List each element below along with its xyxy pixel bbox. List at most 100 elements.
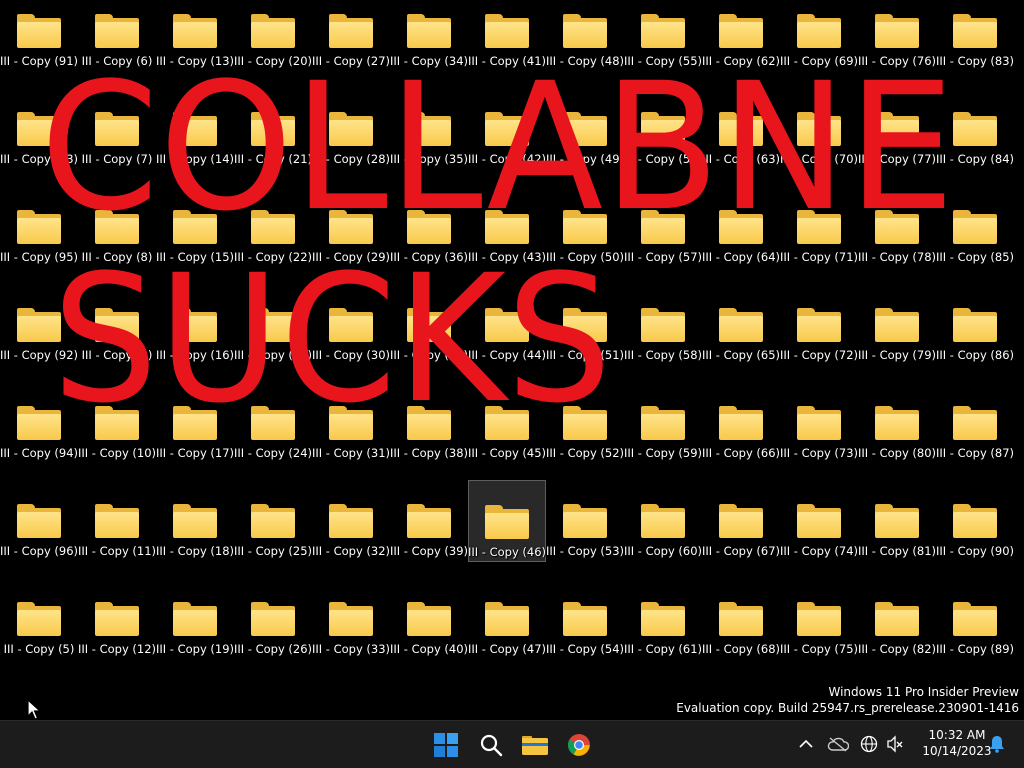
- search-button[interactable]: [473, 727, 509, 763]
- desktop-folder-item[interactable]: III - Copy (34): [390, 4, 468, 76]
- desktop-folder-item[interactable]: III - Copy (64): [702, 200, 780, 272]
- desktop-folder-item[interactable]: III - Copy (29): [312, 200, 390, 272]
- desktop-folder-item[interactable]: III - Copy (77): [858, 102, 936, 174]
- desktop-folder-item[interactable]: III - Copy (86): [936, 298, 1014, 370]
- desktop-folder-item[interactable]: III - Copy (71): [780, 200, 858, 272]
- desktop-folder-item[interactable]: III - Copy (14): [156, 102, 234, 174]
- onedrive-tray-button[interactable]: [827, 733, 849, 755]
- desktop-folder-item[interactable]: III - Copy (66): [702, 396, 780, 468]
- desktop-folder-item[interactable]: III - Copy (24): [234, 396, 312, 468]
- desktop-folder-item[interactable]: III - Copy (38): [390, 396, 468, 468]
- desktop-folder-item[interactable]: III - Copy (32): [312, 494, 390, 566]
- desktop-folder-item[interactable]: III - Copy (21): [234, 102, 312, 174]
- desktop-folder-item[interactable]: III - Copy (79): [858, 298, 936, 370]
- desktop-folder-item[interactable]: III - Copy (74): [780, 494, 858, 566]
- show-hidden-icons-button[interactable]: [795, 733, 817, 755]
- desktop-folder-item[interactable]: III - Copy (50): [546, 200, 624, 272]
- desktop-folder-item[interactable]: III - Copy (46): [468, 480, 546, 562]
- desktop-folder-item[interactable]: III - Copy (12): [78, 592, 156, 664]
- desktop-folder-item[interactable]: III - Copy (90): [936, 494, 1014, 566]
- desktop-folder-item[interactable]: III - Copy (15): [156, 200, 234, 272]
- desktop-folder-item[interactable]: III - Copy (11): [78, 494, 156, 566]
- desktop-folder-item[interactable]: III - Copy (22): [234, 200, 312, 272]
- desktop-folder-item[interactable]: III - Copy (65): [702, 298, 780, 370]
- desktop-folder-item[interactable]: III - Copy (60): [624, 494, 702, 566]
- desktop-folder-item[interactable]: III - Copy (84): [936, 102, 1014, 174]
- desktop-folder-item[interactable]: III - Copy (76): [858, 4, 936, 76]
- notifications-button[interactable]: [986, 733, 1008, 755]
- desktop-folder-item[interactable]: III - Copy (70): [780, 102, 858, 174]
- desktop-folder-item[interactable]: III - Copy (13): [156, 4, 234, 76]
- desktop-folder-item[interactable]: III - Copy (87): [936, 396, 1014, 468]
- network-tray-button[interactable]: [858, 733, 880, 755]
- desktop-folder-item[interactable]: III - Copy (36): [390, 200, 468, 272]
- desktop-folder-item[interactable]: III - Copy (67): [702, 494, 780, 566]
- desktop-folder-item[interactable]: III - Copy (52): [546, 396, 624, 468]
- desktop-folder-item[interactable]: III - Copy (44): [468, 298, 546, 370]
- desktop-folder-item[interactable]: III - Copy (91): [0, 4, 78, 76]
- desktop-folder-item[interactable]: III - Copy (6): [78, 4, 156, 76]
- desktop-folder-item[interactable]: III - Copy (93): [0, 102, 78, 174]
- desktop-folder-item[interactable]: III - Copy (9): [78, 298, 156, 370]
- desktop-folder-item[interactable]: III - Copy (47): [468, 592, 546, 664]
- desktop-folder-item[interactable]: III - Copy (89): [936, 592, 1014, 664]
- desktop-folder-item[interactable]: III - Copy (16): [156, 298, 234, 370]
- desktop-folder-item[interactable]: III - Copy (8): [78, 200, 156, 272]
- desktop-folder-item[interactable]: III - Copy (30): [312, 298, 390, 370]
- desktop-folder-item[interactable]: III - Copy (96): [0, 494, 78, 566]
- desktop-folder-item[interactable]: III - Copy (35): [390, 102, 468, 174]
- desktop-folder-item[interactable]: III - Copy (23): [234, 298, 312, 370]
- desktop-folder-item[interactable]: III - Copy (82): [858, 592, 936, 664]
- desktop-folder-item[interactable]: III - Copy (80): [858, 396, 936, 468]
- desktop-folder-item[interactable]: III - Copy (55): [624, 4, 702, 76]
- desktop-folder-item[interactable]: III - Copy (45): [468, 396, 546, 468]
- desktop-folder-item[interactable]: III - Copy (95): [0, 200, 78, 272]
- volume-tray-button[interactable]: [884, 733, 906, 755]
- desktop-folder-item[interactable]: III - Copy (19): [156, 592, 234, 664]
- desktop-folder-item[interactable]: III - Copy (68): [702, 592, 780, 664]
- desktop-folder-item[interactable]: III - Copy (31): [312, 396, 390, 468]
- start-button[interactable]: [428, 727, 464, 763]
- desktop-folder-item[interactable]: III - Copy (83): [936, 4, 1014, 76]
- desktop-folder-item[interactable]: III - Copy (39): [390, 494, 468, 566]
- file-explorer-button[interactable]: [517, 727, 553, 763]
- desktop-folder-item[interactable]: III - Copy (26): [234, 592, 312, 664]
- desktop-folder-item[interactable]: III - Copy (56): [624, 102, 702, 174]
- desktop-folder-item[interactable]: III - Copy (54): [546, 592, 624, 664]
- desktop-folder-item[interactable]: III - Copy (57): [624, 200, 702, 272]
- desktop-folder-item[interactable]: III - Copy (59): [624, 396, 702, 468]
- desktop-folder-item[interactable]: III - Copy (73): [780, 396, 858, 468]
- chrome-button[interactable]: [561, 727, 597, 763]
- desktop-folder-item[interactable]: III - Copy (42): [468, 102, 546, 174]
- desktop-folder-item[interactable]: III - Copy (72): [780, 298, 858, 370]
- desktop-folder-item[interactable]: III - Copy (10): [78, 396, 156, 468]
- desktop-folder-item[interactable]: III - Copy (41): [468, 4, 546, 76]
- desktop-folder-item[interactable]: III - Copy (51): [546, 298, 624, 370]
- desktop-folder-item[interactable]: III - Copy (18): [156, 494, 234, 566]
- desktop-folder-item[interactable]: III - Copy (62): [702, 4, 780, 76]
- desktop[interactable]: III - Copy (91) III - Copy (93) III - Copy…: [0, 0, 1024, 720]
- desktop-folder-item[interactable]: III - Copy (43): [468, 200, 546, 272]
- desktop-folder-item[interactable]: III - Copy (37): [390, 298, 468, 370]
- desktop-folder-item[interactable]: III - Copy (81): [858, 494, 936, 566]
- desktop-folder-item[interactable]: III - Copy (20): [234, 4, 312, 76]
- desktop-folder-item[interactable]: III - Copy (27): [312, 4, 390, 76]
- desktop-folder-item[interactable]: III - Copy (7): [78, 102, 156, 174]
- desktop-folder-item[interactable]: III - Copy (5): [0, 592, 78, 664]
- desktop-folder-item[interactable]: III - Copy (49): [546, 102, 624, 174]
- desktop-folder-item[interactable]: III - Copy (48): [546, 4, 624, 76]
- desktop-folder-item[interactable]: III - Copy (61): [624, 592, 702, 664]
- desktop-folder-item[interactable]: III - Copy (33): [312, 592, 390, 664]
- desktop-folder-item[interactable]: III - Copy (63): [702, 102, 780, 174]
- desktop-folder-item[interactable]: III - Copy (58): [624, 298, 702, 370]
- desktop-folder-item[interactable]: III - Copy (17): [156, 396, 234, 468]
- desktop-folder-item[interactable]: III - Copy (53): [546, 494, 624, 566]
- desktop-folder-item[interactable]: III - Copy (75): [780, 592, 858, 664]
- desktop-folder-item[interactable]: III - Copy (25): [234, 494, 312, 566]
- desktop-folder-item[interactable]: III - Copy (85): [936, 200, 1014, 272]
- desktop-folder-item[interactable]: III - Copy (94): [0, 396, 78, 468]
- desktop-folder-item[interactable]: III - Copy (28): [312, 102, 390, 174]
- desktop-folder-item[interactable]: III - Copy (92): [0, 298, 78, 370]
- desktop-folder-item[interactable]: III - Copy (78): [858, 200, 936, 272]
- desktop-folder-item[interactable]: III - Copy (40): [390, 592, 468, 664]
